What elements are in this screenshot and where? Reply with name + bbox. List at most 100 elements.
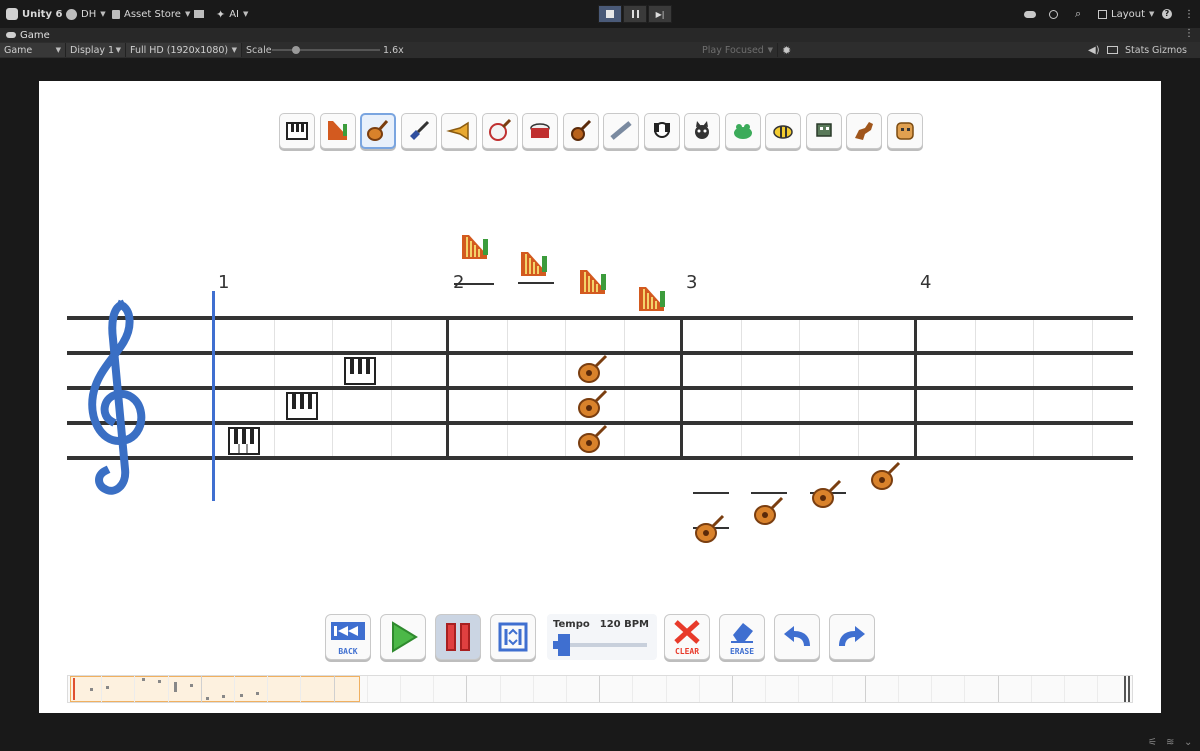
instrument-button[interactable]	[279, 113, 315, 149]
minimap-grid-line	[964, 676, 966, 702]
mute-button[interactable]: ◀)	[1088, 43, 1100, 57]
instrument-button[interactable]	[724, 113, 761, 149]
pause-button[interactable]	[623, 5, 647, 23]
erase-button[interactable]: ERASE	[719, 614, 765, 660]
minimap-grid-line	[366, 676, 368, 702]
note-lute-icon[interactable]	[870, 460, 902, 492]
note-lute-icon[interactable]	[811, 478, 843, 510]
scale-slider-track[interactable]	[272, 49, 380, 51]
help-button[interactable]: ?	[1162, 7, 1172, 21]
note-lute-icon[interactable]	[577, 423, 609, 455]
layout-dropdown[interactable]: Layout ▼	[1098, 7, 1154, 21]
chevron-down-icon[interactable]: ⌄	[1184, 737, 1192, 748]
bug-button[interactable]: ✹	[782, 43, 791, 57]
play-focused-dropdown[interactable]: Play Focused ▼	[698, 43, 778, 57]
instrument-button[interactable]	[481, 113, 518, 149]
pause-button[interactable]	[435, 614, 481, 660]
minimap-grid-line	[732, 676, 733, 702]
scale-slider-handle[interactable]	[292, 46, 300, 54]
instrument-button[interactable]	[522, 113, 558, 149]
score-minimap[interactable]	[67, 675, 1133, 703]
gizmos-button[interactable]: Gizmos	[1152, 43, 1187, 57]
tab-row: Game ⋮	[0, 28, 1200, 42]
ai-dropdown[interactable]: ✦ AI ▼	[216, 7, 248, 21]
minimap-grid-line	[134, 676, 136, 702]
note-piano-icon[interactable]	[344, 355, 376, 387]
more-button[interactable]: ⋮	[1184, 7, 1194, 21]
package-button[interactable]	[194, 7, 204, 21]
undo-icon	[784, 626, 810, 646]
note-harp-icon[interactable]	[577, 266, 609, 298]
cloud-button[interactable]	[1024, 7, 1036, 21]
note-piano-icon[interactable]	[286, 390, 318, 422]
undo-button[interactable]	[774, 614, 820, 660]
minimap-grid-line	[267, 676, 269, 702]
minimap-note	[142, 678, 145, 681]
game-view-dropdown[interactable]: Game ▼	[0, 43, 66, 57]
playhead[interactable]	[212, 291, 215, 501]
step-button[interactable]: ▶|	[648, 5, 672, 23]
note-lute-icon[interactable]	[694, 513, 726, 545]
chevron-down-icon: ▼	[115, 46, 121, 54]
kebab-icon: ⋮	[1184, 8, 1194, 20]
instrument-button[interactable]	[765, 113, 801, 149]
resolution-dropdown-label: Full HD (1920x1080)	[130, 44, 229, 56]
layers-icon[interactable]: ≋	[1166, 737, 1174, 748]
search-button[interactable]: ⌕	[1075, 7, 1081, 21]
play-button[interactable]	[380, 614, 426, 660]
pause-icon	[631, 10, 639, 18]
resolution-dropdown[interactable]: Full HD (1920x1080) ▼	[126, 43, 242, 57]
tempo-control: Tempo 120 BPM	[547, 614, 657, 660]
instrument-button[interactable]	[805, 113, 842, 149]
unity-menu[interactable]: Unity 6	[6, 7, 62, 21]
minimap-grid-line	[997, 676, 999, 702]
gamepad-icon	[6, 32, 16, 38]
search-icon: ⌕	[1075, 7, 1082, 20]
history-button[interactable]	[1049, 7, 1058, 21]
instrument-button[interactable]	[441, 113, 477, 149]
note-harp-icon[interactable]	[636, 283, 668, 315]
instrument-button[interactable]	[684, 113, 720, 149]
staff-line	[67, 456, 1133, 460]
note-piano-icon[interactable]	[228, 425, 260, 457]
loop-button[interactable]	[490, 614, 536, 660]
stop-button[interactable]	[598, 5, 622, 23]
network-icon[interactable]: ⚟	[1148, 737, 1157, 748]
tab-game[interactable]: Game	[0, 28, 56, 42]
instrument-button[interactable]	[603, 113, 639, 149]
instrument-button[interactable]	[886, 113, 923, 149]
clear-button[interactable]: CLEAR	[664, 614, 710, 660]
note-harp-icon[interactable]	[459, 231, 491, 263]
cat-icon	[695, 121, 709, 139]
note-harp-icon[interactable]	[518, 248, 550, 280]
asset-store-dropdown[interactable]: Asset Store ▼	[112, 7, 190, 21]
measure-number: 1	[218, 272, 230, 293]
shortcut-button[interactable]	[1107, 43, 1118, 57]
stats-button[interactable]: Stats	[1125, 43, 1149, 57]
note-lute-icon[interactable]	[753, 495, 785, 527]
tab-options-button[interactable]: ⋮	[1184, 28, 1194, 39]
minimap-grid-line	[532, 676, 534, 702]
instrument-button[interactable]	[846, 113, 882, 149]
back-button[interactable]: BACK	[325, 614, 371, 660]
note-lute-icon[interactable]	[577, 388, 609, 420]
instrument-button[interactable]	[360, 113, 396, 149]
instrument-button[interactable]	[562, 113, 599, 149]
back-label: BACK	[338, 647, 358, 656]
chevron-down-icon: ▼	[55, 46, 61, 54]
redo-button[interactable]	[829, 614, 875, 660]
unity-label: Unity 6	[22, 8, 63, 20]
scale-label: Scale	[246, 44, 272, 56]
instrument-button[interactable]	[643, 113, 680, 149]
status-bar: ⚟ ≋ ⌄	[0, 735, 1200, 751]
minimap-viewport-window[interactable]	[70, 676, 360, 702]
display-dropdown[interactable]: Display 1 ▼	[66, 43, 126, 57]
minimap-grid-line	[665, 676, 667, 702]
tempo-slider-handle[interactable]	[558, 634, 570, 656]
instrument-button[interactable]	[319, 113, 356, 149]
instrument-button[interactable]	[400, 113, 437, 149]
ledger-line	[751, 492, 787, 494]
history-icon	[1049, 9, 1058, 19]
note-lute-icon[interactable]	[577, 353, 609, 385]
account-dropdown[interactable]: DH ▼	[66, 7, 106, 21]
